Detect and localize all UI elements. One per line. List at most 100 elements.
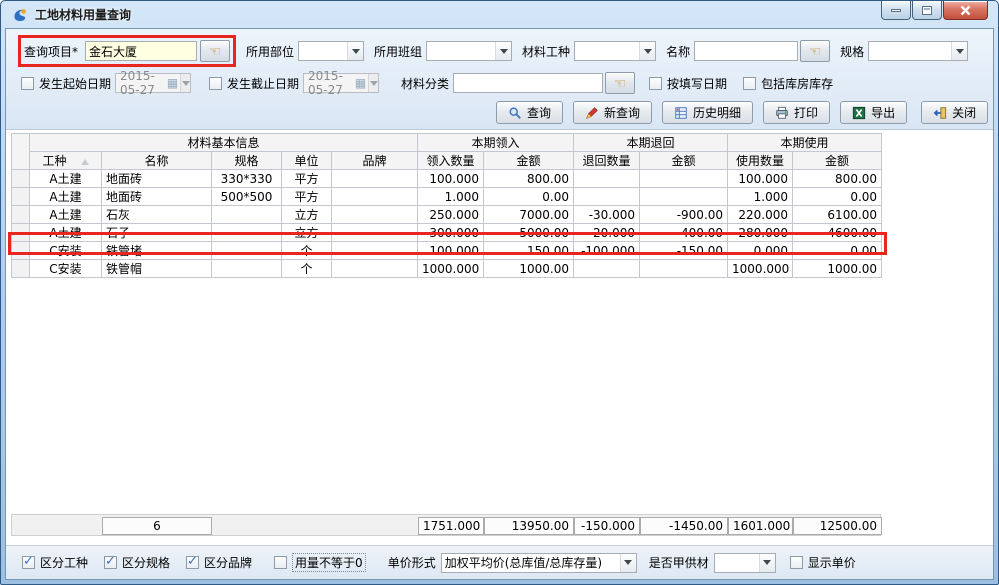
cell-recv-qty[interactable]: 100.000	[418, 170, 484, 188]
part-select[interactable]	[298, 41, 364, 61]
export-button[interactable]: 导出	[840, 101, 907, 124]
maximize-button[interactable]	[912, 1, 942, 20]
cell-spec[interactable]: 500*500	[212, 188, 282, 206]
price-mode-select[interactable]: 加权平均价(总库值/总库存量)	[441, 553, 637, 573]
cell-use-qty[interactable]: 0.000	[728, 242, 793, 260]
print-button[interactable]: 打印	[763, 101, 830, 124]
new-search-button[interactable]: 新查询	[573, 101, 652, 124]
project-input[interactable]	[85, 41, 197, 61]
search-button[interactable]: 查询	[496, 101, 563, 124]
cell-spec[interactable]	[212, 206, 282, 224]
cell-ret-amt[interactable]: -150.00	[640, 242, 728, 260]
title-bar[interactable]: 工地材料用量查询	[5, 1, 994, 28]
column-header-recv-amt[interactable]: 金额	[484, 152, 574, 170]
name-picker-button[interactable]: ☜	[800, 40, 830, 62]
project-picker-button[interactable]: ☜	[200, 40, 230, 62]
cell-unit[interactable]: 个	[282, 260, 332, 278]
cell-trade[interactable]: C安装	[30, 242, 102, 260]
table-row[interactable]: A土建 地面砖 500*500 平方 1.000 0.00 1.000 0.00	[12, 188, 882, 206]
cell-ret-qty[interactable]	[574, 188, 640, 206]
cell-brand[interactable]	[332, 224, 418, 242]
cell-ret-qty[interactable]: -100.000	[574, 242, 640, 260]
cell-brand[interactable]	[332, 170, 418, 188]
cell-ret-qty[interactable]	[574, 260, 640, 278]
cell-recv-qty[interactable]: 100.000	[418, 242, 484, 260]
cell-use-qty[interactable]: 1000.000	[728, 260, 793, 278]
close-window-button[interactable]	[943, 1, 988, 20]
cell-unit[interactable]: 立方	[282, 224, 332, 242]
history-detail-button[interactable]: 历史明细	[662, 101, 753, 124]
column-header-use-amt[interactable]: 金额	[793, 152, 882, 170]
column-header-trade[interactable]: 工种	[30, 152, 102, 170]
cell-trade[interactable]: A土建	[30, 188, 102, 206]
cell-spec[interactable]: 330*330	[212, 170, 282, 188]
cell-use-qty[interactable]: 280.000	[728, 224, 793, 242]
cell-name[interactable]: 铁管帽	[102, 260, 212, 278]
split-spec-checkbox[interactable]	[104, 556, 117, 569]
cell-brand[interactable]	[332, 260, 418, 278]
column-header-ret-amt[interactable]: 金额	[640, 152, 728, 170]
category-input[interactable]	[453, 73, 603, 93]
name-input[interactable]	[694, 41, 798, 61]
table-row-highlighted[interactable]: C安装 铁管堵 个 100.000 150.00 -100.000 -150.0…	[12, 242, 882, 260]
cell-trade[interactable]: A土建	[30, 206, 102, 224]
cell-name[interactable]: 石灰	[102, 206, 212, 224]
show-unit-price-checkbox[interactable]	[790, 556, 803, 569]
cell-spec[interactable]	[212, 242, 282, 260]
team-select[interactable]	[426, 41, 512, 61]
material-trade-select[interactable]	[574, 41, 656, 61]
cell-trade[interactable]: A土建	[30, 224, 102, 242]
owner-supplied-select[interactable]	[714, 553, 776, 573]
cell-ret-qty[interactable]: -20.000	[574, 224, 640, 242]
cell-unit[interactable]: 个	[282, 242, 332, 260]
column-header-recv-qty[interactable]: 领入数量	[418, 152, 484, 170]
cell-unit[interactable]: 平方	[282, 188, 332, 206]
cell-recv-amt[interactable]: 800.00	[484, 170, 574, 188]
spec-select[interactable]	[868, 41, 968, 61]
end-date-checkbox[interactable]	[209, 77, 222, 90]
cell-ret-amt[interactable]	[640, 260, 728, 278]
cell-recv-qty[interactable]: 250.000	[418, 206, 484, 224]
cell-recv-qty[interactable]: 300.000	[418, 224, 484, 242]
cell-name[interactable]: 石子	[102, 224, 212, 242]
cell-name[interactable]: 铁管堵	[102, 242, 212, 260]
cell-use-amt[interactable]: 800.00	[793, 170, 882, 188]
minimize-button[interactable]	[881, 1, 911, 20]
column-header-brand[interactable]: 品牌	[332, 152, 418, 170]
column-header-name[interactable]: 名称	[102, 152, 212, 170]
by-fill-date-checkbox[interactable]	[649, 77, 662, 90]
table-row[interactable]: A土建 石子 立方 300.000 5000.00 -20.000 -400.0…	[12, 224, 882, 242]
table-row[interactable]: A土建 地面砖 330*330 平方 100.000 800.00 100.00…	[12, 170, 882, 188]
cell-brand[interactable]	[332, 188, 418, 206]
cell-ret-amt[interactable]: -400.00	[640, 224, 728, 242]
start-date-field[interactable]: 2015-05-27 ▦	[115, 73, 191, 93]
start-date-checkbox[interactable]	[21, 77, 34, 90]
include-stock-checkbox[interactable]	[743, 77, 756, 90]
cell-recv-qty[interactable]: 1000.000	[418, 260, 484, 278]
cell-ret-qty[interactable]: -30.000	[574, 206, 640, 224]
cell-ret-amt[interactable]: -900.00	[640, 206, 728, 224]
cell-use-qty[interactable]: 1.000	[728, 188, 793, 206]
close-button[interactable]: 关闭	[921, 101, 988, 124]
cell-trade[interactable]: A土建	[30, 170, 102, 188]
cell-use-amt[interactable]: 4600.00	[793, 224, 882, 242]
cell-use-amt[interactable]: 6100.00	[793, 206, 882, 224]
end-date-field[interactable]: 2015-05-27 ▦	[303, 73, 379, 93]
cell-ret-amt[interactable]	[640, 188, 728, 206]
column-header-use-qty[interactable]: 使用数量	[728, 152, 793, 170]
table-row[interactable]: C安装 铁管帽 个 1000.000 1000.00 1000.000 1000…	[12, 260, 882, 278]
table-row[interactable]: A土建 石灰 立方 250.000 7000.00 -30.000 -900.0…	[12, 206, 882, 224]
column-header-unit[interactable]: 单位	[282, 152, 332, 170]
cell-recv-amt[interactable]: 5000.00	[484, 224, 574, 242]
cell-recv-amt[interactable]: 0.00	[484, 188, 574, 206]
split-brand-checkbox[interactable]	[186, 556, 199, 569]
cell-recv-amt[interactable]: 7000.00	[484, 206, 574, 224]
cell-brand[interactable]	[332, 206, 418, 224]
cell-spec[interactable]	[212, 224, 282, 242]
column-header-ret-qty[interactable]: 退回数量	[574, 152, 640, 170]
cell-use-amt[interactable]: 0.00	[793, 188, 882, 206]
cell-name[interactable]: 地面砖	[102, 170, 212, 188]
cell-brand[interactable]	[332, 242, 418, 260]
cell-recv-qty[interactable]: 1.000	[418, 188, 484, 206]
usage-nonzero-checkbox[interactable]	[274, 556, 287, 569]
